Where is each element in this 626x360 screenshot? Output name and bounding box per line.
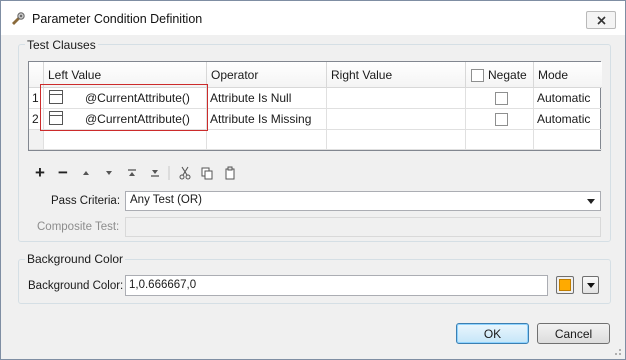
cut-icon[interactable]: [177, 165, 193, 181]
operator-cell[interactable]: Attribute Is Missing: [207, 109, 327, 130]
right-value-cell[interactable]: [327, 109, 466, 130]
chevron-down-icon: [587, 199, 595, 204]
col-header-operator[interactable]: Operator: [207, 62, 327, 88]
resize-grip-icon[interactable]: [612, 346, 622, 356]
dialog-window: Parameter Condition Definition Test Clau…: [0, 0, 626, 360]
title-bar: Parameter Condition Definition: [1, 1, 625, 35]
left-value-highlight: [40, 84, 208, 131]
color-menu-button[interactable]: [582, 276, 599, 294]
right-value-cell[interactable]: [327, 88, 466, 109]
toolbar-separator: [168, 165, 170, 181]
mode-cell[interactable]: Automatic: [534, 88, 602, 109]
empty-row-cell[interactable]: [44, 130, 207, 150]
col-header-right-value[interactable]: Right Value: [327, 62, 466, 88]
mode-cell[interactable]: Automatic: [534, 109, 602, 130]
composite-test-field: [125, 217, 601, 237]
pass-criteria-label: Pass Criteria:: [51, 195, 121, 207]
background-color-title: Background Color: [25, 252, 126, 266]
negate-all-checkbox[interactable]: [471, 69, 484, 82]
negate-checkbox[interactable]: [495, 113, 508, 126]
move-top-icon[interactable]: [124, 165, 140, 181]
col-header-mode[interactable]: Mode: [534, 62, 602, 88]
empty-row-cell[interactable]: [534, 130, 602, 150]
negate-header-label: Negate: [488, 68, 527, 82]
close-icon: [597, 16, 606, 25]
close-button[interactable]: [586, 11, 616, 29]
app-icon: [12, 12, 25, 25]
pass-criteria-select[interactable]: Any Test (OR): [125, 191, 601, 211]
empty-row-cell[interactable]: [207, 130, 327, 150]
move-bottom-icon[interactable]: [147, 165, 163, 181]
cancel-button[interactable]: Cancel: [537, 323, 610, 344]
window-title: Parameter Condition Definition: [32, 12, 203, 26]
composite-test-label: Composite Test:: [37, 221, 120, 233]
negate-checkbox[interactable]: [495, 92, 508, 105]
color-swatch: [559, 279, 571, 291]
move-up-icon[interactable]: [78, 165, 94, 181]
operator-cell[interactable]: Attribute Is Null: [207, 88, 327, 109]
pass-criteria-value: Any Test (OR): [130, 194, 202, 206]
paste-icon[interactable]: [222, 165, 238, 181]
ok-button[interactable]: OK: [456, 323, 529, 344]
move-down-icon[interactable]: [101, 165, 117, 181]
remove-icon[interactable]: −: [55, 164, 71, 181]
copy-icon[interactable]: [199, 165, 215, 181]
color-swatch-button[interactable]: [556, 276, 574, 294]
background-color-label: Background Color:: [28, 280, 124, 292]
add-icon[interactable]: +: [32, 164, 48, 181]
empty-row-cell[interactable]: [466, 130, 534, 150]
empty-row-header: [29, 130, 44, 150]
test-clauses-title: Test Clauses: [25, 38, 98, 52]
background-color-input[interactable]: 1,0.666667,0: [125, 275, 548, 296]
empty-row-cell[interactable]: [327, 130, 466, 150]
